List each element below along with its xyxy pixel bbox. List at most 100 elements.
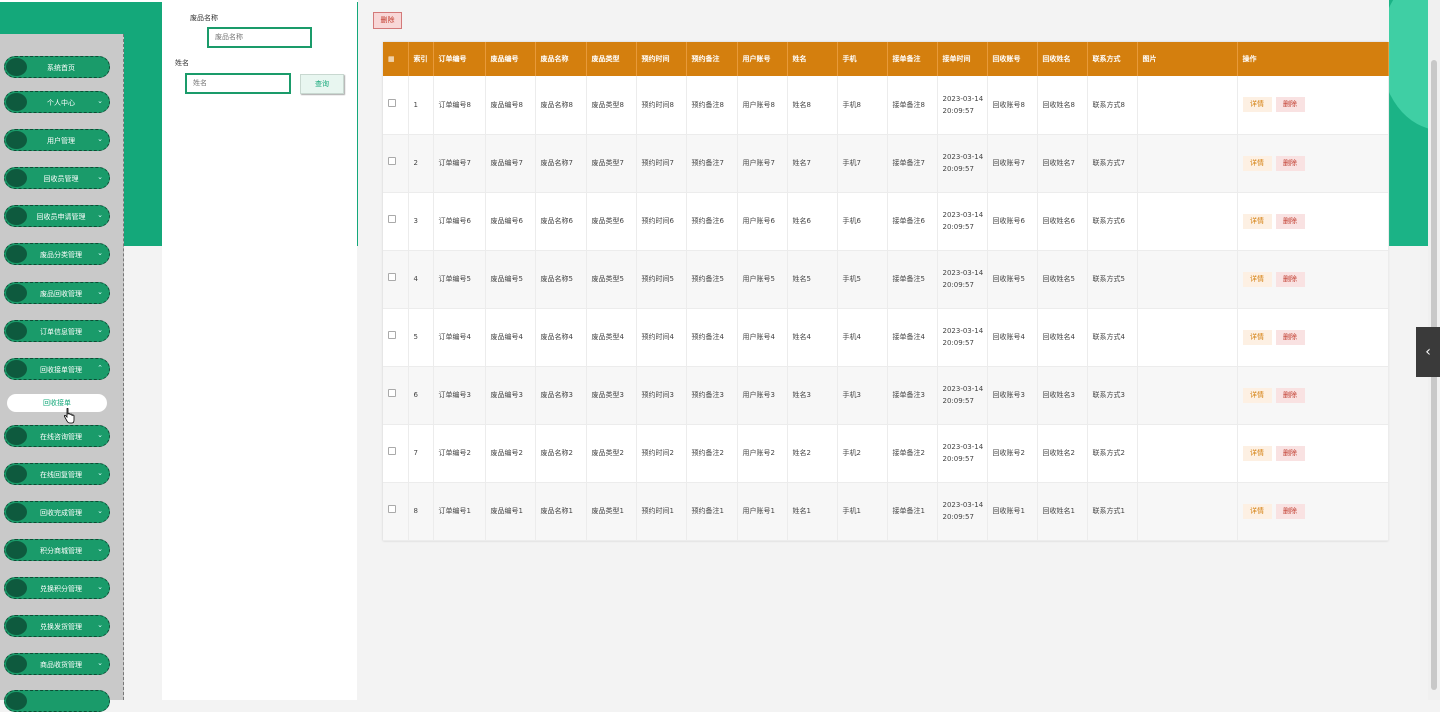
chevron-icon: ⌄ <box>97 545 103 553</box>
chevron-icon: ⌄ <box>97 173 103 181</box>
row-checkbox[interactable] <box>388 505 396 513</box>
detail-button[interactable]: 详情 <box>1242 155 1272 171</box>
row-checkbox[interactable] <box>388 215 396 223</box>
table-cell: 姓名6 <box>787 192 838 251</box>
row-checkbox[interactable] <box>388 389 396 397</box>
sidebar-item-label: 废品分类管理 <box>40 251 82 259</box>
table-cell: 废品编号2 <box>485 424 536 483</box>
delete-button[interactable]: 删除 <box>1275 97 1305 113</box>
row-checkbox-cell[interactable] <box>383 192 409 251</box>
search-button[interactable]: 查询 <box>300 74 344 94</box>
table-cell: 4 <box>408 250 434 309</box>
sidebar-item-label: 积分商城管理 <box>40 547 82 555</box>
table-cell: 联系方式8 <box>1087 76 1138 135</box>
row-checkbox-cell[interactable] <box>383 250 409 309</box>
row-checkbox-cell[interactable] <box>383 76 409 135</box>
menu-dot-icon <box>6 503 27 521</box>
sidebar-item-11[interactable]: 回收完成管理 ⌄ <box>4 501 110 523</box>
detail-button[interactable]: 详情 <box>1242 445 1272 461</box>
row-checkbox[interactable] <box>388 331 396 339</box>
column-header-17: 操作 <box>1237 42 1389 76</box>
sidebar-item-8[interactable]: 回收接单管理 ⌃ <box>4 358 110 380</box>
order-time-cell: 2023-03-14 20:09:57 <box>937 366 988 425</box>
search-panel: 废品名称 姓名 查询 <box>162 0 357 700</box>
sidebar-item-4[interactable]: 回收员申请管理 ⌄ <box>4 205 110 227</box>
delete-button[interactable]: 删除 <box>1275 329 1305 345</box>
batch-delete-button[interactable]: 删除 <box>373 12 402 29</box>
sidebar-item-5[interactable]: 废品分类管理 ⌄ <box>4 243 110 265</box>
detail-button[interactable]: 详情 <box>1242 213 1272 229</box>
sidebar-item-9[interactable]: 在线咨询管理 ⌄ <box>4 425 110 447</box>
order-date: 2023-03-14 <box>942 94 984 103</box>
product-name-input[interactable] <box>207 27 312 48</box>
sidebar-item-16[interactable] <box>4 690 110 712</box>
table-cell: 废品名称8 <box>535 76 587 135</box>
table-cell: 回收账号4 <box>987 308 1038 367</box>
row-checkbox[interactable] <box>388 447 396 455</box>
sidebar-item-10[interactable]: 在线回复管理 ⌄ <box>4 463 110 485</box>
column-header-16: 图片 <box>1137 42 1238 76</box>
sidebar-item-7[interactable]: 订单信息管理 ⌄ <box>4 320 110 342</box>
delete-button[interactable]: 删除 <box>1275 155 1305 171</box>
table-cell: 接单备注8 <box>887 76 938 135</box>
table-cell: 废品类型4 <box>586 308 637 367</box>
column-header-15: 联系方式 <box>1087 42 1138 76</box>
sidebar-item-15[interactable]: 商品收货管理 ⌄ <box>4 653 110 675</box>
chevron-icon: ⌄ <box>97 583 103 591</box>
sidebar-item-12[interactable]: 积分商城管理 ⌄ <box>4 539 110 561</box>
menu-dot-icon <box>6 207 27 225</box>
sidebar-item-2[interactable]: 用户管理 ⌄ <box>4 129 110 151</box>
delete-button[interactable]: 删除 <box>1275 445 1305 461</box>
sidebar-item-6[interactable]: 废品回收管理 ⌄ <box>4 282 110 304</box>
table-cell: 废品名称1 <box>535 482 587 541</box>
row-checkbox[interactable] <box>388 98 396 107</box>
chevron-icon: ⌄ <box>97 288 103 296</box>
person-name-input[interactable] <box>185 73 291 94</box>
row-checkbox[interactable] <box>388 157 396 165</box>
sidebar-item-0[interactable]: 系统首页 <box>4 56 110 78</box>
order-date: 2023-03-14 <box>942 153 984 161</box>
table-cell: 手机1 <box>837 482 888 541</box>
sidebar-item-3[interactable]: 回收员管理 ⌄ <box>4 167 110 189</box>
sidebar-subitem-recycle-order[interactable]: 回收接单 <box>7 394 107 412</box>
table-cell: 订单编号1 <box>433 482 486 541</box>
delete-button[interactable]: 删除 <box>1275 271 1305 287</box>
order-clock: 20:09:57 <box>942 339 974 347</box>
detail-button[interactable]: 详情 <box>1242 387 1272 403</box>
sidebar-item-14[interactable]: 兑换发货管理 ⌄ <box>4 615 110 637</box>
table-cell: 5 <box>408 308 434 367</box>
delete-button[interactable]: 删除 <box>1275 213 1305 229</box>
menu-dot-icon <box>6 617 27 635</box>
chevron-left-icon[interactable]: ‹ <box>1416 327 1440 377</box>
sidebar-item-13[interactable]: 兑换积分管理 ⌄ <box>4 577 110 599</box>
select-all-checkbox[interactable]: ▦ <box>388 55 395 63</box>
chevron-icon: ⌄ <box>97 326 103 334</box>
row-checkbox-cell[interactable] <box>383 134 409 193</box>
detail-button[interactable]: 详情 <box>1242 97 1272 113</box>
image-cell <box>1137 250 1238 309</box>
chevron-icon: ⌄ <box>97 507 103 515</box>
table-cell: 废品类型2 <box>586 424 637 483</box>
order-date: 2023-03-14 <box>942 327 984 335</box>
column-header-5: 废品类型 <box>586 42 637 76</box>
order-time-cell: 2023-03-14 20:09:57 <box>937 424 988 483</box>
sidebar-item-1[interactable]: 个人中心 ⌄ <box>4 91 110 113</box>
table-cell: 预约时间5 <box>636 250 687 309</box>
actions-cell: 详情 删除 <box>1237 76 1389 135</box>
table-cell: 回收账号2 <box>987 424 1038 483</box>
detail-button[interactable]: 详情 <box>1242 329 1272 345</box>
table-cell: 联系方式7 <box>1087 134 1138 193</box>
sidebar-item-label: 废品回收管理 <box>40 290 82 298</box>
column-header-0[interactable]: ▦ <box>383 42 409 76</box>
detail-button[interactable]: 详情 <box>1242 503 1272 519</box>
row-checkbox-cell[interactable] <box>383 366 409 425</box>
table-cell: 订单编号8 <box>433 76 486 135</box>
detail-button[interactable]: 详情 <box>1242 271 1272 287</box>
row-checkbox[interactable] <box>388 273 396 281</box>
row-checkbox-cell[interactable] <box>383 482 409 541</box>
delete-button[interactable]: 删除 <box>1275 387 1305 403</box>
delete-button[interactable]: 删除 <box>1275 503 1305 519</box>
table-row: 5 订单编号4 废品编号4 废品名称4 废品类型4 预约时间4 预约备注4 用户账号4 姓名4 手… <box>383 308 1389 367</box>
row-checkbox-cell[interactable] <box>383 308 409 367</box>
row-checkbox-cell[interactable] <box>383 424 409 483</box>
